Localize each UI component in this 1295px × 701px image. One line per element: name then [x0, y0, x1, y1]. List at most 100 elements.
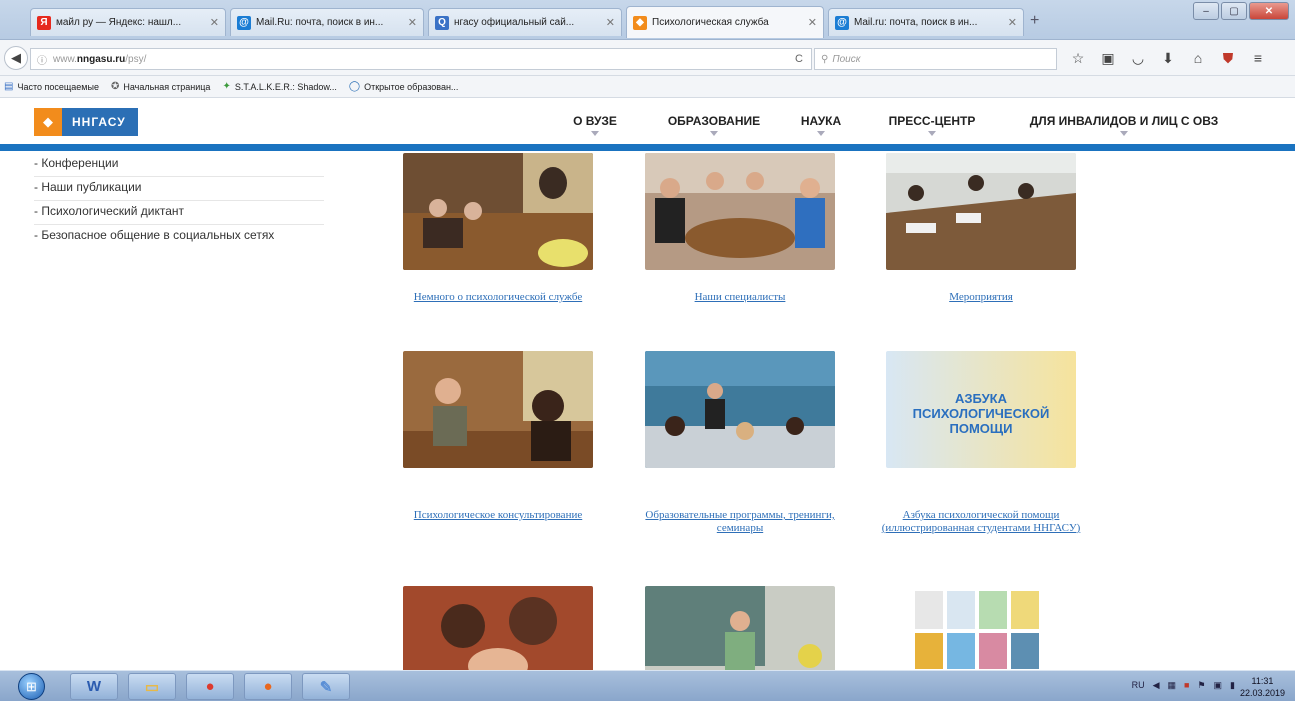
- tab-search-nngasu[interactable]: Q нгасу официальный сай... ✕: [428, 8, 622, 36]
- tile-link-specialists[interactable]: Наши специалисты: [630, 291, 850, 304]
- tab-label: майл ру — Яндекс: нашл...: [56, 17, 182, 28]
- tab-mailru-2[interactable]: @ Mail.ru: почта, поиск в ин... ✕: [828, 8, 1024, 36]
- menu-item-education[interactable]: ОБРАЗОВАНИЕ: [652, 114, 776, 136]
- tile-photo-programs[interactable]: [645, 351, 835, 468]
- taskbar-folder-icon[interactable]: ▭: [128, 673, 176, 700]
- tile-photo-row3-1[interactable]: [403, 586, 593, 670]
- volume-icon[interactable]: ◀: [1153, 680, 1160, 691]
- mailru-icon: @: [835, 15, 849, 30]
- menu-item-about[interactable]: О ВУЗЕ: [560, 114, 630, 136]
- sidebar-item-conferences[interactable]: - Конференции: [34, 153, 324, 177]
- menu-item-disabilities[interactable]: ДЛЯ ИНВАЛИДОВ И ЛИЦ С ОВЗ: [1010, 114, 1238, 136]
- taskbar-chrome-icon[interactable]: ●: [186, 673, 234, 700]
- tile-photo-counseling[interactable]: [403, 351, 593, 468]
- url-path: /psy/: [125, 53, 147, 65]
- menu-label: НАУКА: [800, 114, 842, 128]
- sidebar-item-label: - Конференции: [34, 156, 119, 170]
- maximize-icon[interactable]: ▢: [1221, 2, 1247, 20]
- tile-photo-row3-2[interactable]: [645, 586, 835, 670]
- clipboard-icon[interactable]: ▣: [1100, 50, 1116, 67]
- close-window-icon[interactable]: ✕: [1249, 2, 1289, 20]
- url-bar[interactable]: ⓘ www. nngasu.ru/psy/ C: [30, 48, 812, 70]
- minimize-icon[interactable]: –: [1193, 2, 1219, 20]
- menu-item-science[interactable]: НАУКА: [788, 114, 854, 136]
- system-clock[interactable]: 11:31 22.03.2019: [1240, 675, 1285, 699]
- tab-label: Психологическая служба: [652, 17, 769, 28]
- bookmarks-bar: ▤ Часто посещаемые ✪ Начальная страница ✦ S…: [0, 76, 1295, 98]
- tab-psychological-service[interactable]: ◆ Психологическая служба ✕: [626, 6, 824, 38]
- taskbar-firefox-icon[interactable]: ●: [244, 673, 292, 700]
- reload-icon[interactable]: C: [795, 53, 803, 65]
- tab-close-icon[interactable]: ✕: [408, 16, 417, 29]
- bookmarks-folder-icon: ▤: [4, 81, 14, 92]
- search-placeholder: Поиск: [832, 53, 861, 65]
- search-input[interactable]: ⚲ Поиск: [814, 48, 1057, 70]
- network-icon[interactable]: ▦: [1168, 680, 1177, 691]
- tile-photo-events[interactable]: [886, 153, 1076, 270]
- tab-label: нгасу официальный сай...: [454, 17, 575, 28]
- battery-icon[interactable]: ▮: [1230, 680, 1235, 691]
- info-icon[interactable]: ⓘ: [37, 52, 47, 67]
- sidebar-item-safe-communication[interactable]: - Безопасное общение в социальных сетях: [34, 225, 324, 248]
- antivirus-icon[interactable]: ■: [1184, 680, 1189, 691]
- bookmark-stalker[interactable]: ✦ S.T.A.L.K.E.R.: Shadow...: [222, 81, 336, 92]
- photo-specialists: [645, 153, 835, 270]
- language-indicator[interactable]: RU: [1132, 680, 1145, 691]
- bookmark-home-page[interactable]: ✪ Начальная страница: [111, 81, 210, 92]
- photo-row3-1: [403, 586, 593, 670]
- download-icon[interactable]: ⬇: [1160, 50, 1176, 67]
- tile-link-events[interactable]: Мероприятия: [871, 291, 1091, 304]
- tile-link-about-service[interactable]: Немного о психологической службе: [388, 291, 608, 304]
- site-favicon-icon: ◆: [633, 15, 647, 30]
- menu-label: О ВУЗЕ: [573, 114, 617, 128]
- tile-banner-abc[interactable]: АЗБУКА ПСИХОЛОГИЧЕСКОЙ ПОМОЩИ: [886, 351, 1076, 468]
- new-tab-icon[interactable]: +: [1030, 12, 1039, 30]
- url-host: nngasu.ru: [76, 53, 126, 65]
- tile-photo-specialists[interactable]: [645, 153, 835, 270]
- tile-link-counseling[interactable]: Психологическое консультирование: [388, 509, 608, 522]
- bookmark-label: Открытое образован...: [364, 81, 459, 92]
- windows-start-icon[interactable]: ⊞: [18, 673, 45, 700]
- url-prefix: www.: [53, 53, 77, 65]
- yandex-icon: Я: [37, 15, 51, 30]
- back-arrow-icon[interactable]: ◀: [4, 46, 28, 70]
- clock-time: 11:31: [1251, 676, 1274, 686]
- tab-close-icon[interactable]: ✕: [606, 16, 615, 29]
- bookmark-star-icon[interactable]: ☆: [1070, 50, 1086, 67]
- mailru-icon: @: [237, 15, 251, 30]
- tab-close-icon[interactable]: ✕: [808, 16, 817, 29]
- tile-photo-about-service[interactable]: [403, 153, 593, 270]
- tile-photo-books[interactable]: [915, 586, 1045, 670]
- sidebar-item-dictation[interactable]: - Психологический диктант: [34, 201, 324, 225]
- sidebar-item-label: - Безопасное общение в социальных сетях: [34, 228, 275, 242]
- home-icon[interactable]: ⌂: [1190, 50, 1206, 67]
- search-icon: ⚲: [821, 53, 829, 65]
- menu-item-press[interactable]: ПРЕСС-ЦЕНТР: [872, 114, 992, 136]
- tab-mailru[interactable]: @ Mail.Ru: почта, поиск в ин... ✕: [230, 8, 424, 36]
- tab-yandex[interactable]: Я майл ру — Яндекс: нашл... ✕: [30, 8, 226, 36]
- tile-link-programs[interactable]: Образовательные программы, тренинги, сем…: [630, 509, 850, 535]
- bookmark-frequent[interactable]: ▤ Часто посещаемые: [4, 81, 99, 92]
- sidebar-nav: - Конференции - Наши публикации - Психол…: [34, 153, 324, 248]
- addon-shield-icon[interactable]: ⛊: [1220, 50, 1236, 67]
- tab-close-icon[interactable]: ✕: [1008, 16, 1017, 29]
- taskbar-word-icon[interactable]: W: [70, 673, 118, 700]
- home-page-icon: ✪: [110, 81, 120, 92]
- tile-link-abc[interactable]: Азбука психологической помощи (иллюстрир…: [871, 509, 1091, 535]
- tab-label: Mail.ru: почта, поиск в ин...: [854, 17, 978, 28]
- photo-books: [915, 586, 1045, 670]
- pocket-icon[interactable]: ◡: [1130, 50, 1146, 67]
- browser-tab-bar: Я майл ру — Яндекс: нашл... ✕ @ Mail.Ru:…: [0, 0, 1295, 40]
- sidebar-item-label: - Психологический диктант: [34, 204, 184, 218]
- flag-icon[interactable]: ⚑: [1197, 680, 1205, 691]
- monitor-icon[interactable]: ▣: [1214, 680, 1223, 691]
- menu-hamburger-icon[interactable]: ≡: [1250, 50, 1266, 67]
- bookmark-label: S.T.A.L.K.E.R.: Shadow...: [234, 81, 337, 92]
- site-logo[interactable]: ◆ ННГАСУ: [34, 108, 138, 136]
- sidebar-item-publications[interactable]: - Наши публикации: [34, 177, 324, 201]
- os-taskbar: ⊞ W ▭ ● ● ✎ RU ◀ ▦ ■ ⚑ ▣ ▮ 11:31 22.03.2…: [0, 670, 1295, 701]
- bookmark-open-education[interactable]: ◯ Открытое образован...: [349, 81, 459, 92]
- toolbar-icons: ☆ ▣ ◡ ⬇ ⌂ ⛊ ≡: [1070, 50, 1266, 67]
- taskbar-paint-icon[interactable]: ✎: [302, 673, 350, 700]
- tab-close-icon[interactable]: ✕: [210, 16, 219, 29]
